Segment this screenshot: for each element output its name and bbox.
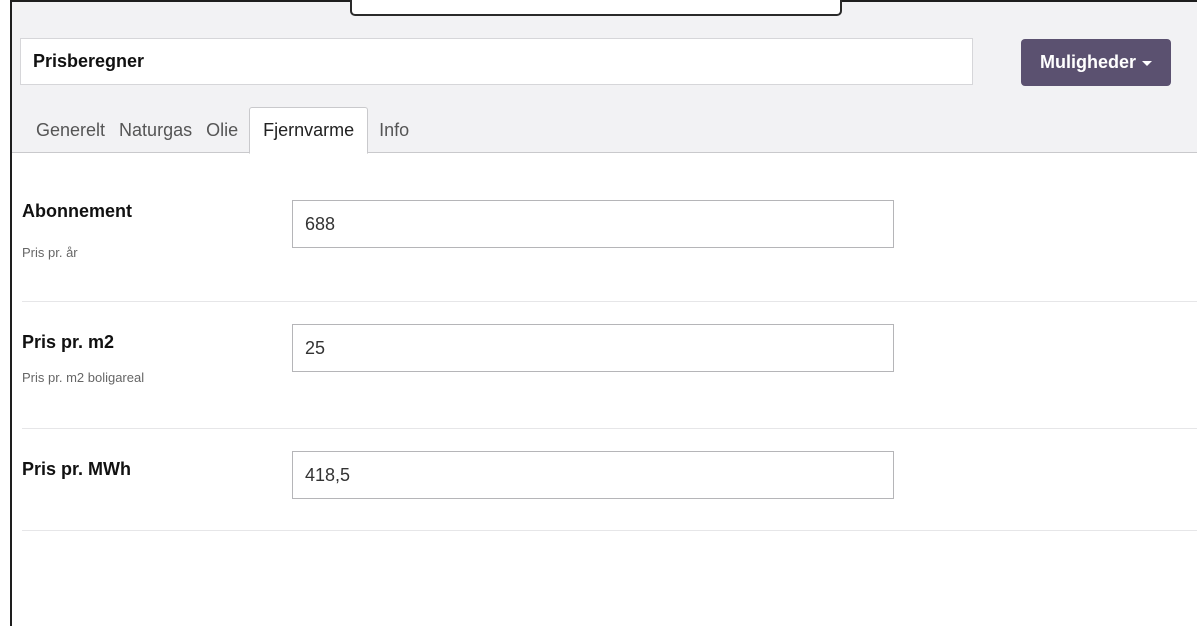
- caret-down-icon: [1142, 61, 1152, 66]
- tab-info[interactable]: Info: [372, 108, 416, 153]
- field-sublabel: Pris pr. år: [22, 245, 78, 260]
- options-button-label: Muligheder: [1039, 52, 1136, 72]
- options-dropdown-button[interactable]: Muligheder: [1021, 39, 1171, 86]
- popup-edge: [350, 0, 842, 16]
- field-sublabel: Pris pr. m2 boligareal: [22, 370, 145, 385]
- pris-mwh-input[interactable]: [292, 451, 894, 499]
- abonnement-input[interactable]: [292, 200, 894, 248]
- field-row-pris-mwh: Pris pr. MWh: [22, 429, 1197, 531]
- tab-generelt[interactable]: Generelt: [12, 108, 112, 153]
- page-title-text: Prisberegner: [33, 51, 145, 71]
- pris-m2-input[interactable]: [292, 324, 894, 372]
- field-label: Abonnement: [22, 201, 132, 221]
- field-label: Pris pr. MWh: [22, 459, 132, 479]
- page-title: Prisberegner: [20, 38, 973, 85]
- tab-naturgas[interactable]: Naturgas: [112, 108, 199, 153]
- tab-bar: Generelt Naturgas Olie Fjernvarme Info: [12, 107, 416, 154]
- field-row-abonnement: Abonnement Pris pr. år: [22, 153, 1197, 302]
- tab-olie[interactable]: Olie: [199, 108, 245, 153]
- field-row-pris-m2: Pris pr. m2 Pris pr. m2 boligareal: [22, 302, 1197, 429]
- field-label: Pris pr. m2: [22, 332, 115, 352]
- tab-fjernvarme[interactable]: Fjernvarme: [249, 107, 369, 154]
